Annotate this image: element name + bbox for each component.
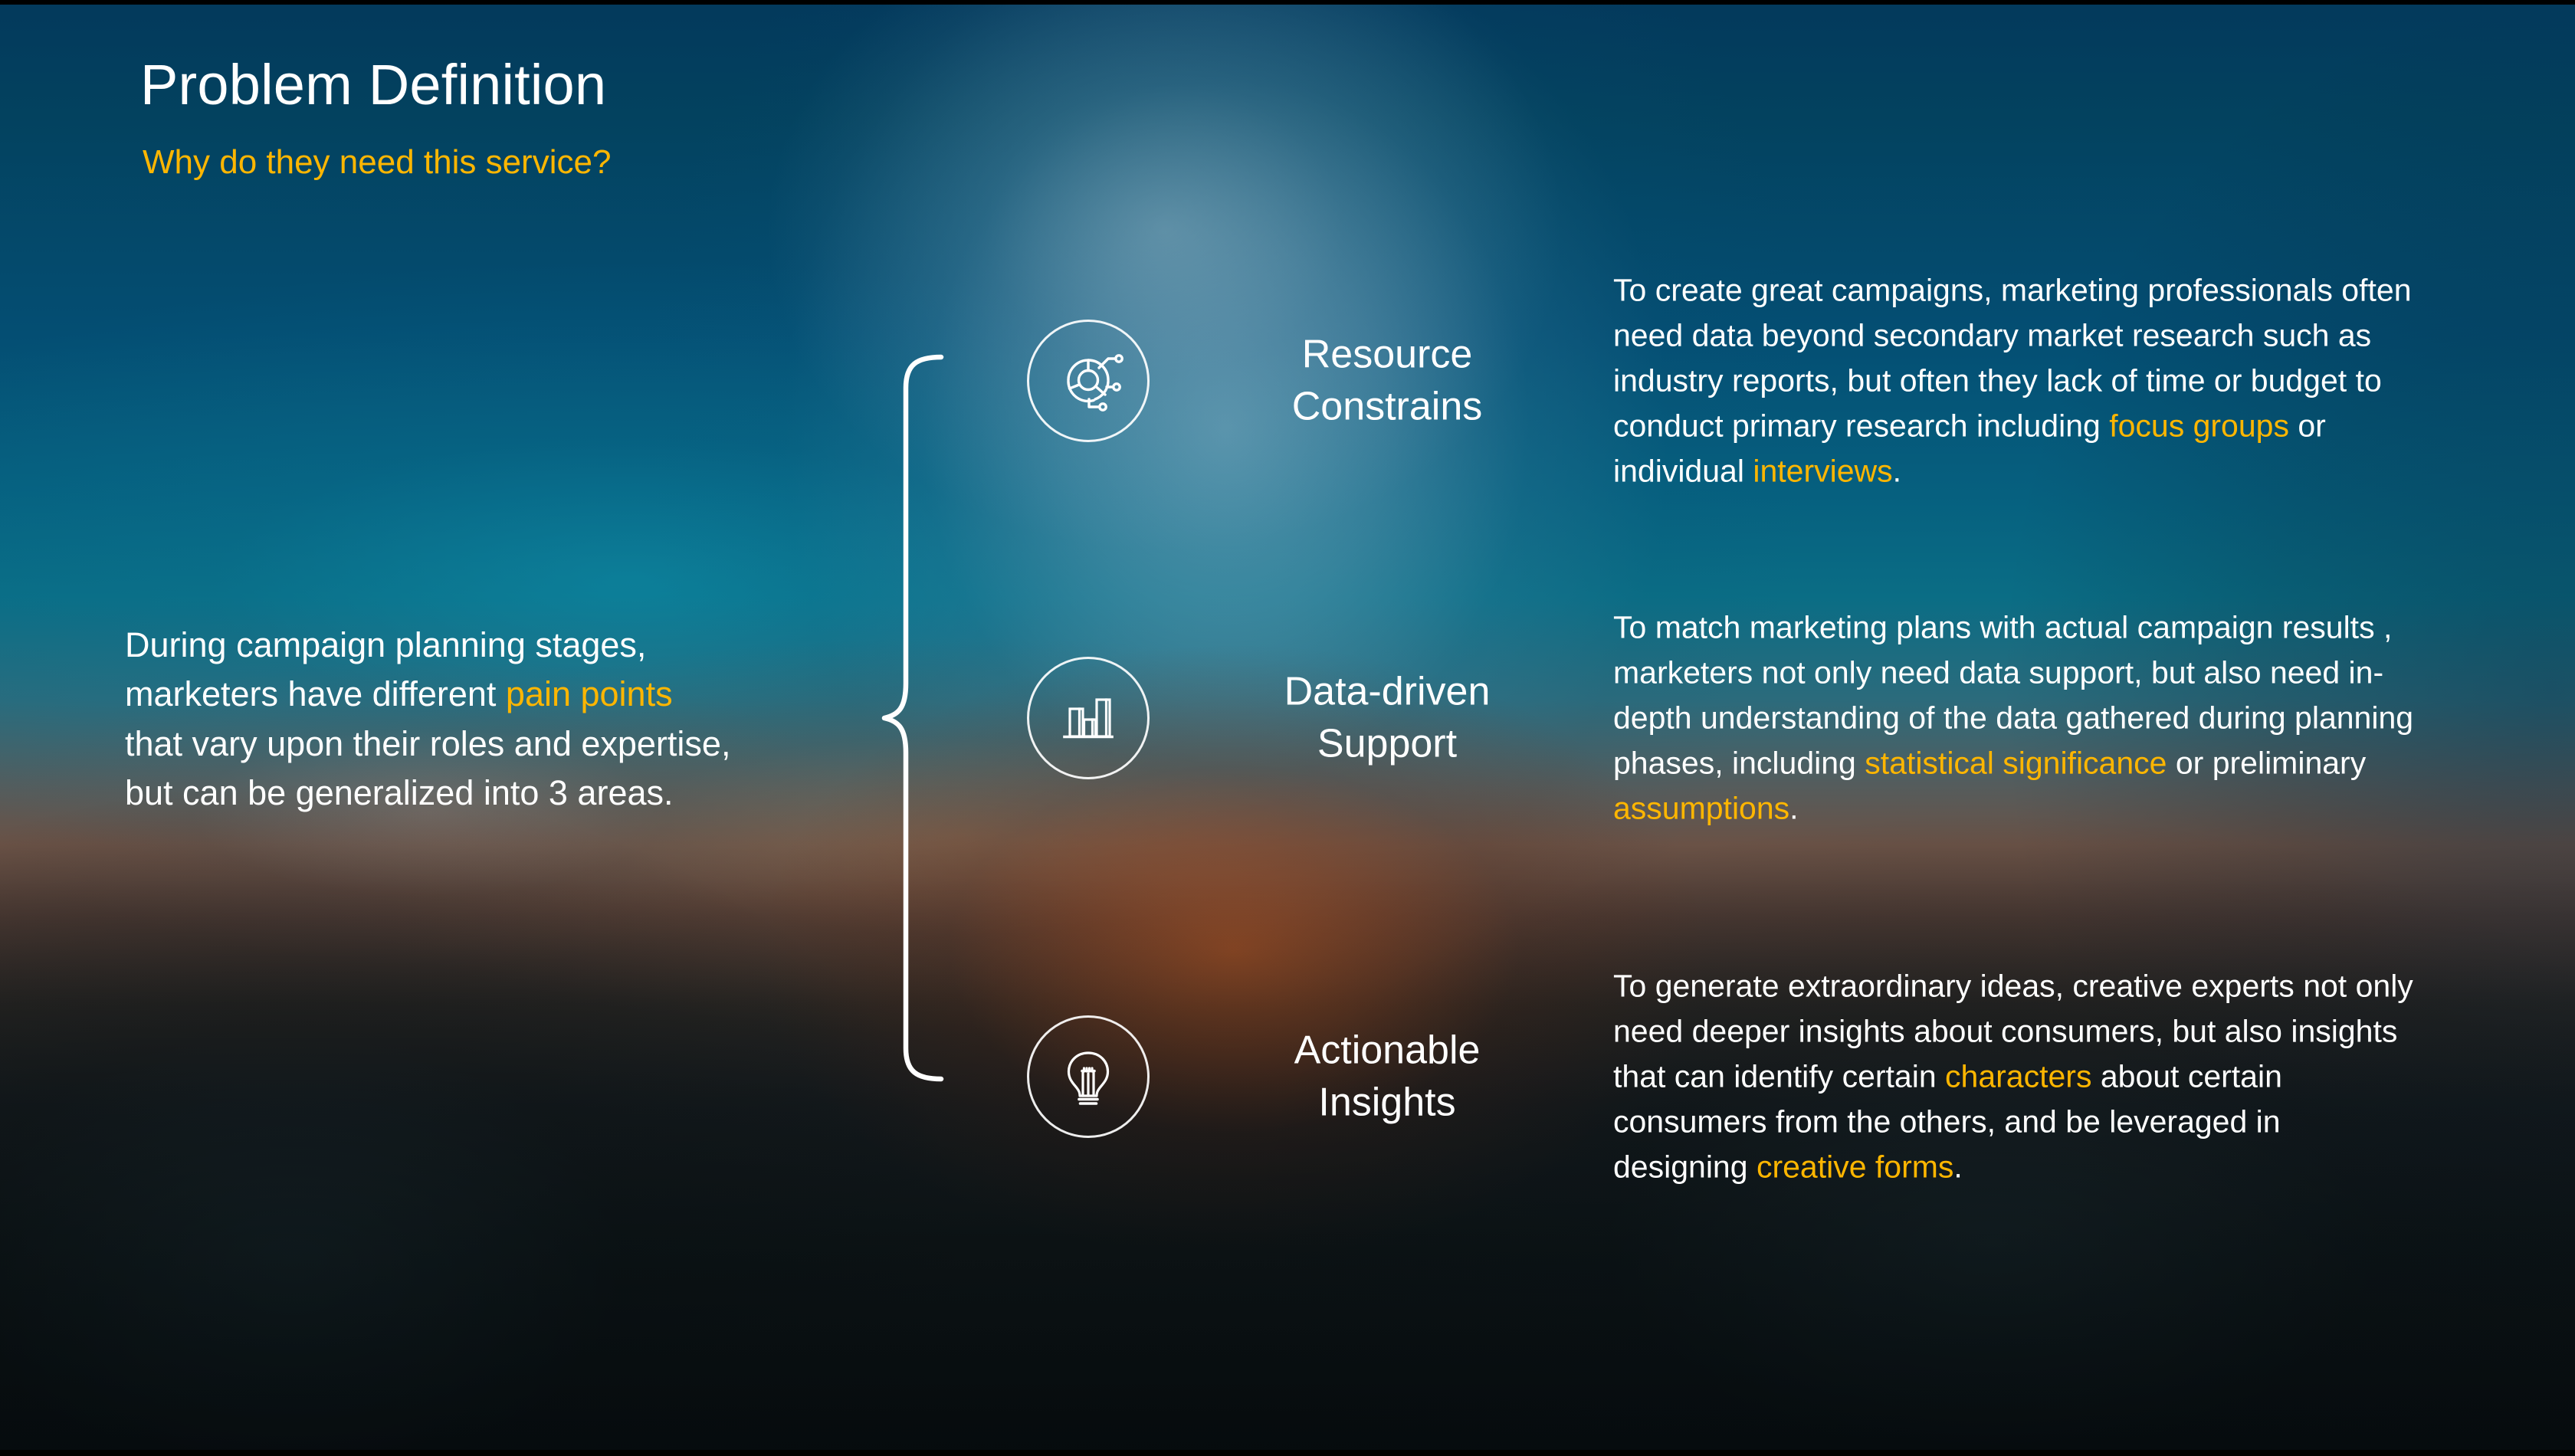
feature-label-line-1: Data-driven: [1284, 669, 1491, 714]
description-highlight: focus groups: [2109, 408, 2289, 444]
page-title: Problem Definition: [140, 53, 607, 116]
feature-label: Data-driven Support: [1196, 666, 1579, 769]
feature-label-line-2: Support: [1317, 721, 1458, 766]
curly-brace-icon: [881, 354, 966, 1082]
slide-canvas: Problem Definition Why do they need this…: [0, 0, 2575, 1456]
intro-paragraph: During campaign planning stages, markete…: [125, 621, 861, 818]
page-subtitle: Why do they need this service?: [143, 143, 612, 181]
feature-label-line-2: Constrains: [1291, 384, 1483, 428]
description-highlight: statistical significance: [1865, 745, 2167, 781]
description-highlight: creative forms: [1756, 1149, 1954, 1185]
network-analytics-icon: [1027, 320, 1150, 442]
intro-line-1: During campaign planning stages,: [125, 625, 647, 664]
description-highlight: assumptions: [1613, 790, 1790, 826]
description-text: .: [1953, 1149, 1963, 1185]
letterbox-bottom-bar: [0, 1450, 2575, 1456]
feature-label-line-1: Actionable: [1294, 1028, 1481, 1073]
feature-label-line-1: Resource: [1301, 332, 1473, 377]
description-highlight: characters: [1945, 1058, 2092, 1094]
intro-line-2-text: marketers have different: [125, 674, 506, 714]
intro-highlight-pain-points: pain points: [505, 674, 673, 714]
feature-label-line-2: Insights: [1318, 1080, 1456, 1124]
intro-line-4: but can be generalized into 3 areas.: [125, 773, 674, 813]
description-text: or preliminary: [2167, 745, 2367, 781]
lightbulb-icon: [1027, 1015, 1150, 1138]
feature-description: To generate extraordinary ideas, creativ…: [1613, 963, 2422, 1189]
bar-chart-icon: [1027, 657, 1150, 779]
description-text: .: [1892, 453, 1902, 489]
description-highlight: interviews: [1753, 453, 1893, 489]
feature-description: To create great campaigns, marketing pro…: [1613, 267, 2422, 494]
feature-description: To match marketing plans with actual cam…: [1613, 605, 2422, 831]
feature-label: Resource Constrains: [1196, 329, 1579, 432]
letterbox-top-bar: [0, 0, 2575, 5]
intro-line-3: that vary upon their roles and expertise…: [125, 723, 731, 763]
description-text: .: [1789, 790, 1799, 826]
feature-label: Actionable Insights: [1196, 1025, 1579, 1128]
